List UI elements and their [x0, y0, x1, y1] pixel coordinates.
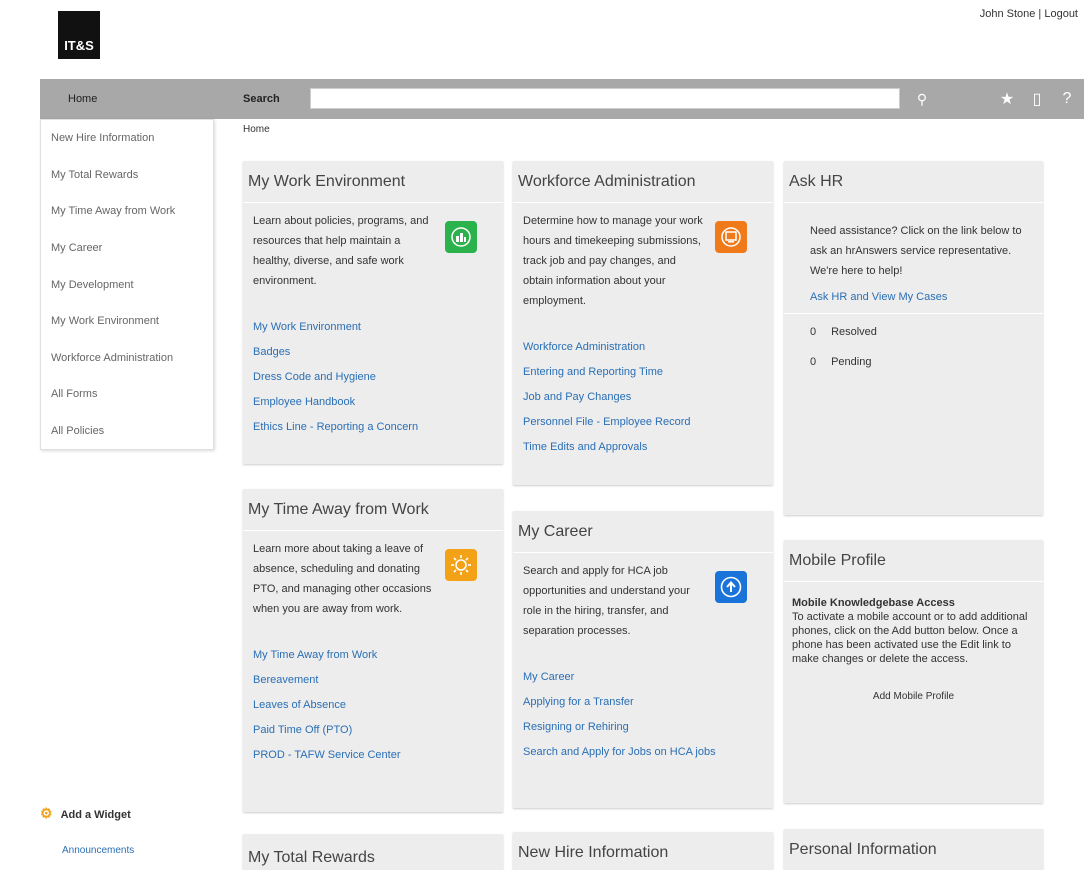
widget-title[interactable]: My Total Rewards: [243, 834, 503, 870]
link-entering-reporting-time[interactable]: Entering and Reporting Time: [523, 360, 763, 385]
main-navbar: Home Search ⚲ ★ ▯ ?: [40, 79, 1084, 119]
widget-personal-information: Personal Information: [784, 829, 1043, 870]
search-icon[interactable]: ⚲: [910, 88, 934, 110]
add-widget-announcements[interactable]: Announcements: [62, 845, 134, 856]
widget-description: To activate a mobile account or to add a…: [792, 611, 1028, 665]
link-my-career[interactable]: My Career: [523, 665, 763, 690]
link-my-time-away[interactable]: My Time Away from Work: [253, 643, 493, 668]
widget-description: Search and apply for HCA job opportuniti…: [523, 565, 690, 637]
widget-work-environment: My Work Environment Learn about policies…: [243, 161, 503, 464]
arrow-up-icon: [715, 571, 747, 603]
breadcrumb[interactable]: Home: [243, 124, 270, 135]
link-workforce-administration[interactable]: Workforce Administration: [523, 335, 763, 360]
widget-title[interactable]: My Time Away from Work: [243, 489, 503, 531]
widget-title[interactable]: Workforce Administration: [513, 161, 773, 203]
home-dropdown-menu: New Hire Information My Total Rewards My…: [40, 119, 214, 450]
widget-workforce-administration: Workforce Administration Determine how t…: [513, 161, 773, 485]
link-bereavement[interactable]: Bereavement: [253, 668, 493, 693]
user-name[interactable]: John Stone: [980, 8, 1036, 20]
link-ethics-line[interactable]: Ethics Line - Reporting a Concern: [253, 415, 493, 440]
link-job-pay-changes[interactable]: Job and Pay Changes: [523, 385, 763, 410]
link-my-work-environment[interactable]: My Work Environment: [253, 315, 493, 340]
link-time-edits[interactable]: Time Edits and Approvals: [523, 435, 763, 460]
link-applying-transfer[interactable]: Applying for a Transfer: [523, 690, 763, 715]
link-employee-handbook[interactable]: Employee Handbook: [253, 390, 493, 415]
mobile-heading: Mobile Knowledgebase Access: [792, 597, 955, 609]
add-widget-button[interactable]: ⚙ Add a Widget: [40, 805, 131, 822]
computer-icon: [715, 221, 747, 253]
menu-item-workforce-admin[interactable]: Workforce Administration: [41, 340, 213, 377]
widget-description: Learn more about taking a leave of absen…: [253, 543, 432, 615]
menu-item-all-policies[interactable]: All Policies: [41, 413, 213, 450]
user-separator: |: [1038, 8, 1042, 20]
link-ask-hr-cases[interactable]: Ask HR and View My Cases: [784, 281, 1043, 303]
sun-icon: [445, 549, 477, 581]
widget-title[interactable]: New Hire Information: [513, 832, 773, 870]
search-input[interactable]: [310, 88, 900, 109]
link-badges[interactable]: Badges: [253, 340, 493, 365]
link-tafw-service-center[interactable]: PROD - TAFW Service Center: [253, 743, 493, 768]
company-logo: IT&S: [58, 11, 100, 59]
menu-item-work-environment[interactable]: My Work Environment: [41, 303, 213, 340]
stat-resolved: 0 Resolved: [784, 314, 1043, 344]
menu-item-career[interactable]: My Career: [41, 230, 213, 267]
menu-item-time-away[interactable]: My Time Away from Work: [41, 193, 213, 230]
menu-item-development[interactable]: My Development: [41, 266, 213, 303]
building-icon: [445, 221, 477, 253]
widget-ask-hr: Ask HR Need assistance? Click on the lin…: [784, 161, 1043, 515]
user-bar: John Stone | Logout: [980, 8, 1078, 20]
link-resigning-rehiring[interactable]: Resigning or Rehiring: [523, 715, 763, 740]
widget-title[interactable]: Mobile Profile: [784, 540, 1043, 582]
document-icon[interactable]: ▯: [1028, 89, 1046, 109]
link-search-apply-jobs[interactable]: Search and Apply for Jobs on HCA jobs: [523, 740, 763, 765]
add-widget-label: Add a Widget: [60, 809, 131, 821]
menu-item-total-rewards[interactable]: My Total Rewards: [41, 157, 213, 194]
stat-label: Pending: [831, 356, 872, 368]
widget-description: Learn about policies, programs, and reso…: [253, 215, 429, 287]
widget-description: Determine how to manage your work hours …: [523, 215, 703, 307]
menu-item-new-hire[interactable]: New Hire Information: [41, 120, 213, 157]
star-icon[interactable]: ★: [998, 89, 1016, 109]
widget-career: My Career Search and apply for HCA job o…: [513, 511, 773, 808]
link-dress-code[interactable]: Dress Code and Hygiene: [253, 365, 493, 390]
nav-home-menu[interactable]: Home: [68, 93, 97, 105]
widget-time-away: My Time Away from Work Learn more about …: [243, 489, 503, 812]
help-icon[interactable]: ?: [1058, 89, 1076, 109]
stat-count: 0: [810, 356, 817, 368]
menu-item-all-forms[interactable]: All Forms: [41, 376, 213, 413]
logout-link[interactable]: Logout: [1044, 8, 1078, 20]
add-mobile-profile-button[interactable]: Add Mobile Profile: [792, 690, 1035, 704]
link-leaves-of-absence[interactable]: Leaves of Absence: [253, 693, 493, 718]
widget-title[interactable]: Ask HR: [784, 161, 1043, 203]
stat-count: 0: [810, 326, 817, 338]
search-label: Search: [243, 93, 280, 105]
widget-title[interactable]: Personal Information: [784, 829, 1043, 870]
widget-title[interactable]: My Work Environment: [243, 161, 503, 203]
widget-title[interactable]: My Career: [513, 511, 773, 553]
stat-pending: 0 Pending: [784, 344, 1043, 374]
stat-label: Resolved: [831, 326, 877, 338]
widget-new-hire: New Hire Information: [513, 832, 773, 870]
gear-icon: ⚙: [40, 805, 53, 821]
link-personnel-file[interactable]: Personnel File - Employee Record: [523, 410, 763, 435]
widget-total-rewards: My Total Rewards: [243, 834, 503, 870]
widget-mobile-profile: Mobile Profile Mobile Knowledgebase Acce…: [784, 540, 1043, 803]
widget-description: Need assistance? Click on the link below…: [810, 225, 1022, 277]
link-paid-time-off[interactable]: Paid Time Off (PTO): [253, 718, 493, 743]
